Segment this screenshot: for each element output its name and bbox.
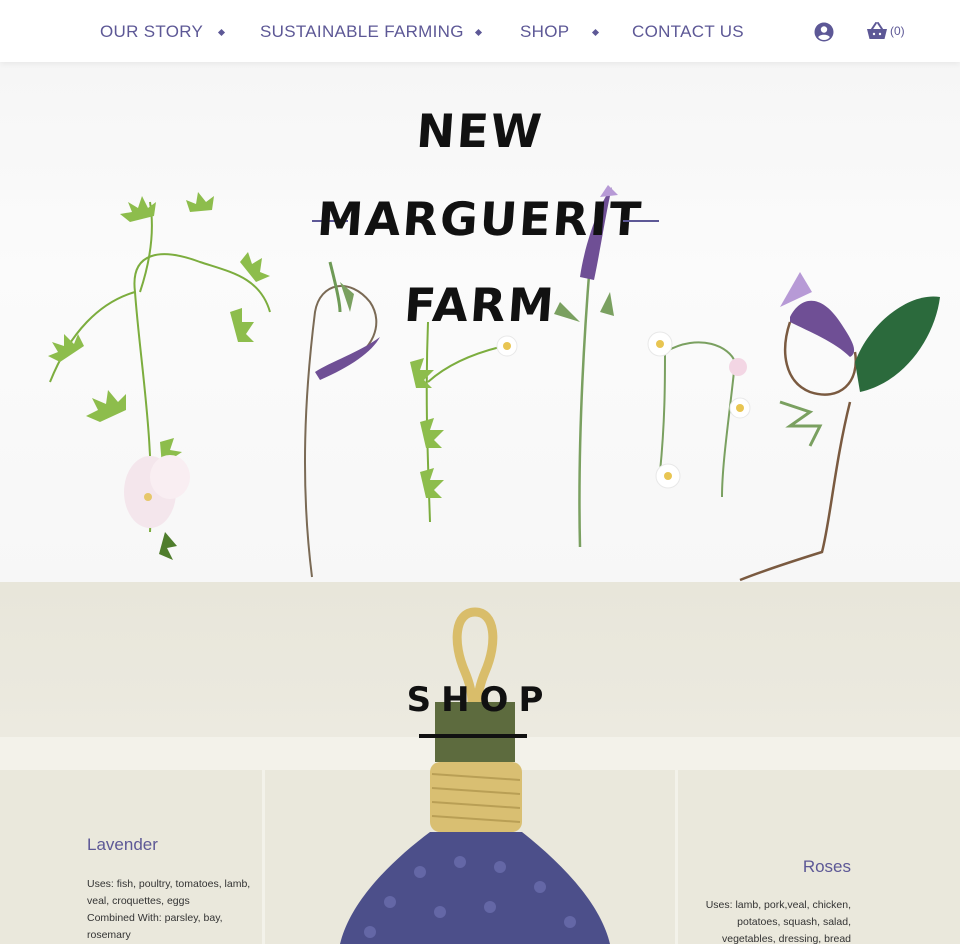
herb-uses-line: Uses: fish, poultry, tomatoes, lamb,	[87, 878, 251, 890]
nav-sustainable-farming[interactable]: SUSTAINABLE FARMING	[260, 22, 464, 42]
top-navigation: OUR STORY SUSTAINABLE FARMING SHOP CONTA…	[0, 0, 960, 62]
herb-uses-line: veal, croquettes, eggs	[87, 895, 190, 907]
herb-uses-line: Uses: lamb, pork,veal, chicken,	[705, 899, 851, 911]
nav-separator	[591, 28, 600, 37]
herb-name-lavender[interactable]: Lavender	[87, 835, 158, 855]
shop-heading-underline	[419, 734, 527, 738]
herb-combined-line: rosemary	[87, 929, 131, 941]
title-dash-right	[623, 220, 659, 222]
shop-heading: SHOP	[406, 680, 554, 720]
hero-banner: NEW MARGUERIT FARM	[0, 62, 960, 582]
shop-section: SHOP Lavender Uses: fish, poultry, tomat…	[0, 582, 960, 944]
lavender-bundle-image	[340, 607, 610, 944]
cart-count: (0)	[890, 24, 905, 38]
herb-uses-line: vegetables, dressing, bread	[722, 933, 851, 944]
nav-separator	[217, 28, 226, 37]
herb-combined-line: Combined With: parsley, bay,	[87, 912, 223, 924]
basket-icon	[867, 22, 887, 39]
herb-uses-line: potatoes, squash, salad,	[737, 916, 851, 928]
nav-contact-us[interactable]: CONTACT US	[632, 22, 744, 42]
hero-title-line-2: MARGUERIT	[315, 192, 645, 246]
nav-shop[interactable]: SHOP	[520, 22, 569, 42]
herb-name-roses[interactable]: Roses	[803, 857, 851, 877]
account-icon[interactable]	[814, 22, 834, 42]
hero-title-line-1: NEW	[414, 104, 546, 158]
hero-title-line-3: FARM	[402, 278, 558, 332]
nav-our-story[interactable]: OUR STORY	[100, 22, 203, 42]
cart-button[interactable]: (0)	[866, 20, 905, 42]
nav-separator	[474, 28, 483, 37]
